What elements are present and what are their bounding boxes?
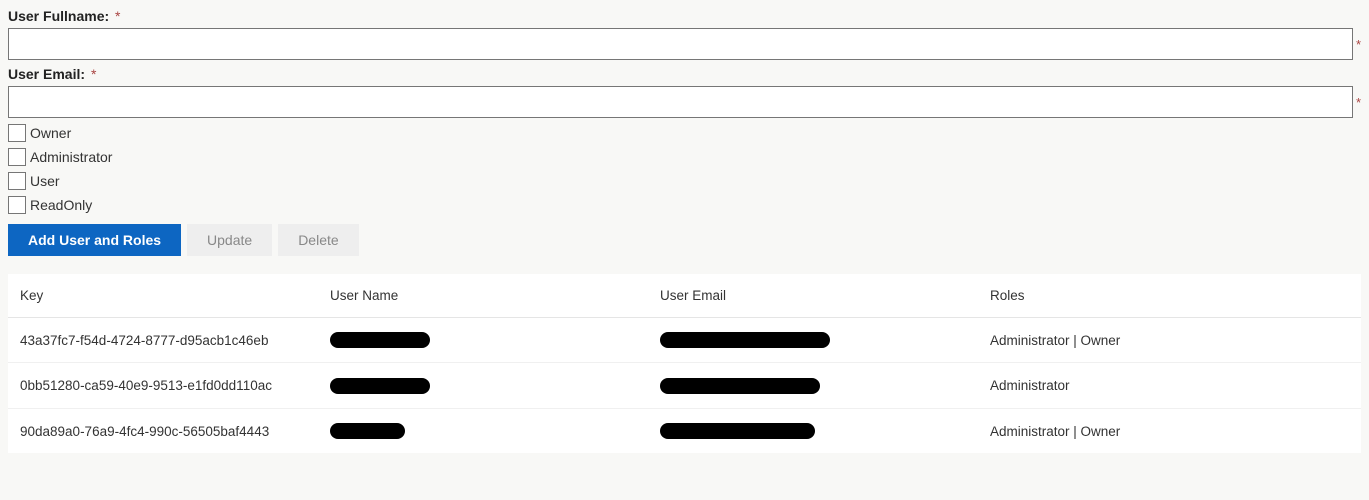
redacted-name: [330, 423, 405, 439]
email-field-group: User Email: * *: [8, 66, 1361, 118]
redacted-email: [660, 332, 830, 348]
fullname-label-text: User Fullname:: [8, 8, 109, 24]
fullname-label: User Fullname: *: [8, 8, 1361, 24]
email-label: User Email: *: [8, 66, 1361, 82]
redacted-name: [330, 378, 430, 394]
delete-button[interactable]: Delete: [278, 224, 358, 256]
users-table: Key User Name User Email Roles 43a37fc7-…: [8, 274, 1361, 453]
fullname-field-group: User Fullname: * *: [8, 8, 1361, 60]
cell-roles: Administrator | Owner: [978, 318, 1361, 363]
update-button[interactable]: Update: [187, 224, 272, 256]
checkbox-owner[interactable]: [8, 124, 26, 142]
cell-key: 43a37fc7-f54d-4724-8777-d95acb1c46eb: [8, 318, 318, 363]
table-header-row: Key User Name User Email Roles: [8, 274, 1361, 318]
checkbox-label-owner: Owner: [30, 125, 71, 141]
table-row[interactable]: 43a37fc7-f54d-4724-8777-d95acb1c46eb Adm…: [8, 318, 1361, 363]
header-key: Key: [8, 274, 318, 318]
button-row: Add User and Roles Update Delete: [8, 224, 1361, 256]
redacted-name: [330, 332, 430, 348]
required-asterisk-outer: *: [1356, 95, 1361, 110]
checkbox-row-user: User: [8, 172, 1361, 190]
header-email: User Email: [648, 274, 978, 318]
redacted-email: [660, 378, 820, 394]
checkbox-row-administrator: Administrator: [8, 148, 1361, 166]
table-row[interactable]: 90da89a0-76a9-4fc4-990c-56505baf4443 Adm…: [8, 408, 1361, 453]
checkbox-readonly[interactable]: [8, 196, 26, 214]
required-asterisk-outer: *: [1356, 37, 1361, 52]
cell-name: [318, 318, 648, 363]
redacted-email: [660, 423, 815, 439]
checkbox-administrator[interactable]: [8, 148, 26, 166]
table-row[interactable]: 0bb51280-ca59-40e9-9513-e1fd0dd110ac Adm…: [8, 363, 1361, 408]
cell-email: [648, 318, 978, 363]
cell-name: [318, 363, 648, 408]
add-user-button[interactable]: Add User and Roles: [8, 224, 181, 256]
role-checkbox-group: Owner Administrator User ReadOnly: [8, 124, 1361, 214]
email-input[interactable]: [8, 86, 1353, 118]
required-asterisk: *: [115, 8, 120, 24]
cell-roles: Administrator: [978, 363, 1361, 408]
cell-key: 90da89a0-76a9-4fc4-990c-56505baf4443: [8, 408, 318, 453]
checkbox-label-administrator: Administrator: [30, 149, 112, 165]
cell-email: [648, 363, 978, 408]
cell-name: [318, 408, 648, 453]
header-name: User Name: [318, 274, 648, 318]
required-asterisk: *: [91, 66, 96, 82]
fullname-input[interactable]: [8, 28, 1353, 60]
checkbox-row-owner: Owner: [8, 124, 1361, 142]
header-roles: Roles: [978, 274, 1361, 318]
checkbox-row-readonly: ReadOnly: [8, 196, 1361, 214]
email-label-text: User Email:: [8, 66, 85, 82]
checkbox-label-readonly: ReadOnly: [30, 197, 92, 213]
cell-key: 0bb51280-ca59-40e9-9513-e1fd0dd110ac: [8, 363, 318, 408]
checkbox-label-user: User: [30, 173, 60, 189]
checkbox-user[interactable]: [8, 172, 26, 190]
cell-roles: Administrator | Owner: [978, 408, 1361, 453]
cell-email: [648, 408, 978, 453]
